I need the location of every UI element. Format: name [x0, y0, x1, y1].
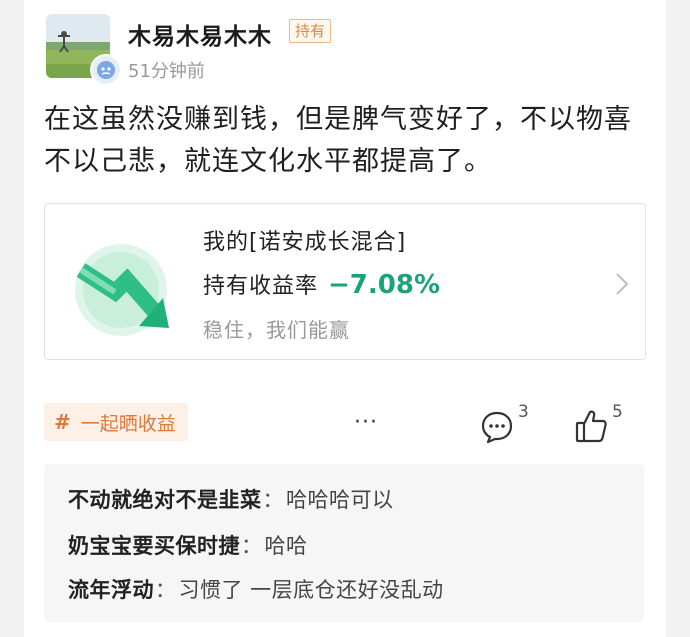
comment-text: 哈哈: [264, 534, 308, 558]
more-icon[interactable]: ···: [354, 410, 378, 435]
user-level-badge-icon: [90, 54, 122, 86]
holding-return-row: 持有收益率 −7.08%: [203, 268, 440, 300]
comment-separator: ：: [262, 488, 284, 512]
comment-count: 3: [518, 402, 529, 422]
username[interactable]: 木易木易木木: [128, 17, 272, 51]
fund-holding-card[interactable]: 我的[诺安成长混合] 持有收益率 −7.08% 稳住，我们能赢: [44, 203, 646, 360]
return-value: −7.08%: [328, 270, 441, 300]
comments-preview[interactable]: 不动就绝对不是韭菜：哈哈哈可以 奶宝宝要买保时捷：哈哈 流年浮动：习惯了 一层底…: [44, 464, 644, 622]
comment-user[interactable]: 流年浮动: [68, 578, 154, 602]
comment-icon[interactable]: [480, 410, 514, 444]
comment-text: 习惯了 一层底仓还好没乱动: [178, 578, 444, 602]
chevron-right-icon[interactable]: [615, 272, 629, 300]
hashtag-icon: #: [54, 410, 71, 434]
post-card: 木易木易木木 持有 51分钟前 在这虽然没赚到钱，但是脾气变好了，不以物喜不以己…: [24, 0, 666, 637]
comment-user[interactable]: 不动就绝对不是韭菜: [68, 488, 262, 512]
comment-separator: ：: [155, 578, 177, 602]
comment-item[interactable]: 流年浮动：习惯了 一层底仓还好没乱动: [68, 574, 444, 604]
holding-badge: 持有: [289, 19, 332, 43]
comment-item[interactable]: 奶宝宝要买保时捷：哈哈: [68, 530, 308, 560]
topic-tag[interactable]: # 一起晒收益: [44, 403, 188, 441]
decline-arrow-icon: [73, 240, 173, 340]
post-timestamp: 51分钟前: [128, 61, 205, 82]
comment-item[interactable]: 不动就绝对不是韭菜：哈哈哈可以: [68, 484, 394, 514]
comment-separator: ：: [241, 534, 263, 558]
comment-text: 哈哈哈可以: [286, 488, 394, 512]
post-body-text: 在这虽然没赚到钱，但是脾气变好了，不以物喜不以己悲，就连文化水平都提高了。: [44, 104, 632, 177]
like-count: 5: [612, 402, 623, 422]
fund-slogan: 稳住，我们能赢: [203, 318, 350, 342]
return-label: 持有收益率: [203, 274, 319, 299]
comment-user[interactable]: 奶宝宝要买保时捷: [68, 534, 240, 558]
thumbs-up-icon[interactable]: [574, 408, 608, 444]
topic-label: 一起晒收益: [80, 412, 176, 435]
fund-name: 我的[诺安成长混合]: [203, 230, 407, 255]
